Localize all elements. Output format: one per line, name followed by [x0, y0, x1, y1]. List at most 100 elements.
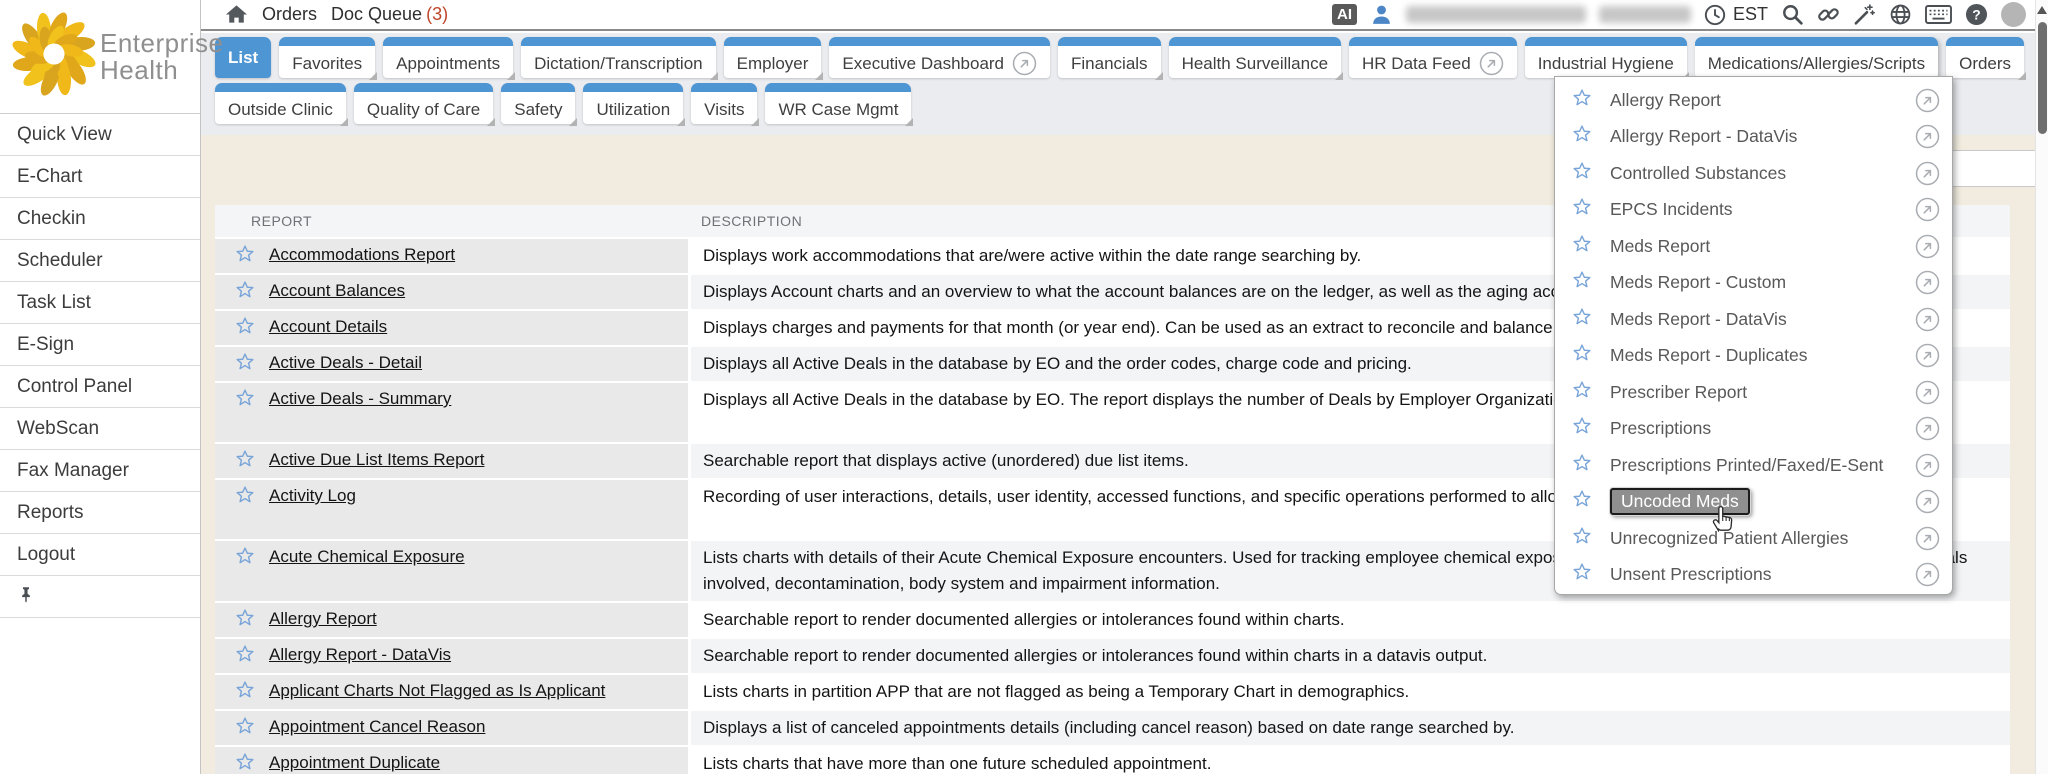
report-link-acute-chemical-exposure[interactable]: Acute Chemical Exposure: [269, 546, 465, 567]
clock-icon[interactable]: [1704, 4, 1726, 26]
menu-item-allergy-report-datavis[interactable]: Allergy Report - DataVis: [1555, 119, 1952, 156]
menu-item-uncoded-meds[interactable]: Uncoded Meds: [1555, 484, 1952, 521]
star-icon: [1572, 270, 1592, 295]
sidebar-item-fax-manager[interactable]: Fax Manager: [0, 450, 200, 492]
tab-financials[interactable]: Financials: [1058, 37, 1161, 78]
star-icon: [1572, 88, 1592, 113]
search-icon[interactable]: [1781, 3, 1804, 26]
menu-item-label: Unsent Prescriptions: [1610, 564, 1771, 585]
tab-label: Safety: [514, 100, 562, 120]
popout-icon: [1915, 489, 1940, 514]
ai-badge[interactable]: AI: [1332, 4, 1357, 25]
link-icon[interactable]: [1817, 3, 1840, 26]
report-link-account-details[interactable]: Account Details: [269, 316, 387, 337]
report-link-active-deals-detail[interactable]: Active Deals - Detail: [269, 352, 422, 373]
medications-dropdown-menu: Allergy ReportAllergy Report - DataVisCo…: [1554, 76, 1953, 595]
sidebar-pin[interactable]: [0, 576, 200, 618]
tab-employer[interactable]: Employer: [724, 37, 822, 78]
description-cell: Searchable report to render documented a…: [691, 603, 2010, 637]
sidebar-item-webscan[interactable]: WebScan: [0, 408, 200, 450]
page-scrollbar[interactable]: [2035, 0, 2048, 774]
tab-label: Dictation/Transcription: [534, 54, 703, 74]
report-link-allergy-report[interactable]: Allergy Report: [269, 608, 377, 629]
popout-icon: [1915, 88, 1940, 113]
popout-icon: [1915, 197, 1940, 222]
tab-hr-data-feed[interactable]: HR Data Feed: [1349, 37, 1517, 78]
description-cell: Searchable report to render documented a…: [691, 639, 2010, 673]
report-cell: Acute Chemical Exposure: [215, 541, 688, 601]
tab-label: Executive Dashboard: [842, 54, 1004, 74]
report-link-appointment-duplicate[interactable]: Appointment Duplicate: [269, 752, 440, 773]
menu-item-unsent-prescriptions[interactable]: Unsent Prescriptions: [1555, 557, 1952, 594]
breadcrumb-orders[interactable]: Orders: [262, 4, 317, 25]
tab-quality-of-care[interactable]: Quality of Care: [354, 83, 493, 124]
sidebar-item-task-list[interactable]: Task List: [0, 282, 200, 324]
report-link-active-due-list-items-report[interactable]: Active Due List Items Report: [269, 449, 484, 470]
user-icon[interactable]: [1370, 3, 1393, 26]
popout-icon: [1479, 51, 1504, 76]
menu-item-meds-report[interactable]: Meds Report: [1555, 228, 1952, 265]
menu-item-epcs-incidents[interactable]: EPCS Incidents: [1555, 192, 1952, 229]
menu-item-meds-report-datavis[interactable]: Meds Report - DataVis: [1555, 301, 1952, 338]
report-link-appointment-cancel-reason[interactable]: Appointment Cancel Reason: [269, 716, 485, 737]
help-icon[interactable]: ?: [1965, 3, 1988, 26]
popout-icon: [1915, 307, 1940, 332]
topbar: Orders Doc Queue(3) AI EST: [201, 0, 2036, 31]
wand-icon[interactable]: [1853, 3, 1876, 26]
tab-industrial-hygiene[interactable]: Industrial Hygiene: [1525, 37, 1687, 78]
menu-item-unrecognized-patient-allergies[interactable]: Unrecognized Patient Allergies: [1555, 520, 1952, 557]
scrollbar-up-arrow[interactable]: [2037, 6, 2047, 14]
report-link-active-deals-summary[interactable]: Active Deals - Summary: [269, 388, 451, 409]
breadcrumb-doc-queue[interactable]: Doc Queue(3): [331, 4, 448, 25]
report-link-allergy-report-datavis[interactable]: Allergy Report - DataVis: [269, 644, 451, 665]
menu-item-meds-report-custom[interactable]: Meds Report - Custom: [1555, 265, 1952, 302]
sidebar-nav: Quick ViewE-ChartCheckinSchedulerTask Li…: [0, 114, 200, 576]
menu-item-controlled-substances[interactable]: Controlled Substances: [1555, 155, 1952, 192]
tab-appointments[interactable]: Appointments: [383, 37, 513, 78]
report-cell: Allergy Report: [215, 603, 688, 637]
tab-label: Quality of Care: [367, 100, 480, 120]
tab-dictation-transcription[interactable]: Dictation/Transcription: [521, 37, 716, 78]
tab-visits[interactable]: Visits: [691, 83, 757, 124]
tab-wr-case-mgmt[interactable]: WR Case Mgmt: [765, 83, 911, 124]
menu-item-meds-report-duplicates[interactable]: Meds Report - Duplicates: [1555, 338, 1952, 375]
report-cell: Appointment Cancel Reason: [215, 711, 688, 745]
tab-executive-dashboard[interactable]: Executive Dashboard: [829, 37, 1050, 78]
avatar[interactable]: [2001, 2, 2026, 27]
view-toggle-button[interactable]: Y VIEW: [1945, 150, 2048, 187]
star-icon: [235, 280, 255, 305]
tab-orders[interactable]: Orders: [1946, 37, 2024, 78]
report-cell: Active Due List Items Report: [215, 444, 688, 478]
tab-safety[interactable]: Safety: [501, 83, 575, 124]
report-link-accommodations-report[interactable]: Accommodations Report: [269, 244, 455, 265]
tab-favorites[interactable]: Favorites: [279, 37, 375, 78]
sidebar: Enterprise Health Quick ViewE-ChartCheck…: [0, 0, 201, 774]
star-icon: [235, 485, 255, 510]
sidebar-item-scheduler[interactable]: Scheduler: [0, 240, 200, 282]
sidebar-item-control-panel[interactable]: Control Panel: [0, 366, 200, 408]
menu-item-prescriptions-printed-faxed-e-sent[interactable]: Prescriptions Printed/Faxed/E-Sent: [1555, 447, 1952, 484]
sidebar-item-checkin[interactable]: Checkin: [0, 198, 200, 240]
report-link-account-balances[interactable]: Account Balances: [269, 280, 405, 301]
scrollbar-thumb[interactable]: [2038, 22, 2047, 134]
report-link-applicant-charts-not-flagged-as-is-applicant[interactable]: Applicant Charts Not Flagged as Is Appli…: [269, 680, 605, 701]
timezone-label: EST: [1733, 4, 1768, 25]
sidebar-item-e-chart[interactable]: E-Chart: [0, 156, 200, 198]
menu-item-label: EPCS Incidents: [1610, 199, 1733, 220]
tab-utilization[interactable]: Utilization: [583, 83, 683, 124]
sidebar-item-e-sign[interactable]: E-Sign: [0, 324, 200, 366]
home-icon[interactable]: [225, 3, 248, 26]
report-link-activity-log[interactable]: Activity Log: [269, 485, 356, 506]
sidebar-item-quick-view[interactable]: Quick View: [0, 114, 200, 156]
keyboard-icon[interactable]: [1925, 5, 1952, 24]
tab-health-surveillance[interactable]: Health Surveillance: [1169, 37, 1341, 78]
tab-outside-clinic[interactable]: Outside Clinic: [215, 83, 346, 124]
menu-item-prescriber-report[interactable]: Prescriber Report: [1555, 374, 1952, 411]
menu-item-prescriptions[interactable]: Prescriptions: [1555, 411, 1952, 448]
globe-icon[interactable]: [1889, 3, 1912, 26]
sidebar-item-logout[interactable]: Logout: [0, 534, 200, 576]
menu-item-allergy-report[interactable]: Allergy Report: [1555, 82, 1952, 119]
tab-medications-allergies-scripts[interactable]: Medications/Allergies/Scripts: [1695, 37, 1938, 78]
report-cell: Account Details: [215, 311, 688, 345]
sidebar-item-reports[interactable]: Reports: [0, 492, 200, 534]
